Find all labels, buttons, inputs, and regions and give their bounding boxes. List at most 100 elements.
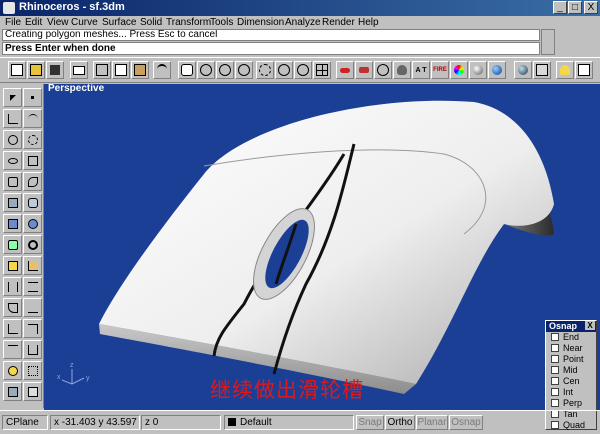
- blue-sphere-icon[interactable]: [488, 61, 506, 79]
- four-viewports-icon[interactable]: [313, 61, 331, 79]
- offset-icon[interactable]: [23, 298, 42, 317]
- group-icon[interactable]: [23, 361, 42, 380]
- osnap-checkbox[interactable]: [551, 388, 559, 396]
- window-title: Rhinoceros - sf.3dm: [19, 1, 125, 13]
- menu-curve[interactable]: Curve: [71, 16, 98, 29]
- osnap-title-bar[interactable]: Osnap X: [546, 321, 596, 332]
- grey-sphere-icon[interactable]: [469, 61, 487, 79]
- settings-icon[interactable]: [575, 61, 593, 79]
- osnap-item[interactable]: Point: [546, 354, 596, 365]
- torus-icon[interactable]: [23, 235, 42, 254]
- save-icon[interactable]: [46, 61, 64, 79]
- trim-icon[interactable]: [23, 256, 42, 275]
- osnap-toggle[interactable]: Osnap: [449, 415, 483, 430]
- perspective-viewport[interactable]: Perspective z y x 继续做出滑轮槽: [44, 84, 600, 410]
- sphere-icon[interactable]: [23, 214, 42, 233]
- undo-icon[interactable]: [153, 61, 171, 79]
- osnap-item[interactable]: Mid: [546, 365, 596, 376]
- minimize-button[interactable]: _: [553, 1, 567, 14]
- box-icon[interactable]: [3, 214, 22, 233]
- zoom-selected-icon[interactable]: [275, 61, 293, 79]
- copy-object-icon[interactable]: [23, 319, 42, 338]
- rectangle-icon[interactable]: [23, 151, 42, 170]
- ortho-toggle[interactable]: Ortho: [385, 415, 415, 430]
- dimension-icon[interactable]: [23, 340, 42, 359]
- join-icon[interactable]: [23, 277, 42, 296]
- menu-surface[interactable]: Surface: [102, 16, 136, 29]
- zoom-extents-icon[interactable]: [256, 61, 274, 79]
- menu-transform[interactable]: Transform: [166, 16, 211, 29]
- command-scrollbar[interactable]: [541, 29, 555, 55]
- osnap-checkbox[interactable]: [551, 399, 559, 407]
- globe-icon[interactable]: [514, 61, 532, 79]
- point-icon[interactable]: [23, 88, 42, 107]
- move-icon[interactable]: [3, 319, 22, 338]
- layer-icon[interactable]: [3, 382, 22, 401]
- fillet-icon[interactable]: [3, 298, 22, 317]
- axis-x-label: x: [57, 374, 61, 381]
- select-arrow-icon[interactable]: [3, 88, 22, 107]
- teapot-icon[interactable]: [393, 61, 411, 79]
- menu-render[interactable]: Render: [322, 16, 355, 29]
- snap-toggle[interactable]: Snap: [356, 415, 384, 430]
- cut-icon[interactable]: [93, 61, 111, 79]
- menu-edit[interactable]: Edit: [25, 16, 42, 29]
- loft-icon[interactable]: [23, 193, 42, 212]
- osnap-item[interactable]: End: [546, 332, 596, 343]
- hide-icon[interactable]: [23, 382, 42, 401]
- osnap-checkbox[interactable]: [551, 366, 559, 374]
- menu-view[interactable]: View: [47, 16, 69, 29]
- mesh-icon[interactable]: [3, 256, 22, 275]
- planar-toggle[interactable]: Planar: [416, 415, 448, 430]
- ellipse-icon[interactable]: [3, 151, 22, 170]
- a-text-icon[interactable]: A T: [412, 61, 430, 79]
- properties-icon[interactable]: [533, 61, 551, 79]
- menu-help[interactable]: Help: [358, 16, 379, 29]
- lamp-icon[interactable]: [556, 61, 574, 79]
- zoom-dynamic-icon[interactable]: [235, 61, 253, 79]
- menu-file[interactable]: File: [5, 16, 21, 29]
- surface-icon[interactable]: [3, 193, 22, 212]
- menu-tools[interactable]: Tools: [210, 16, 233, 29]
- menu-analyze[interactable]: Analyze: [285, 16, 321, 29]
- osnap-item[interactable]: Perp: [546, 398, 596, 409]
- free-form-icon[interactable]: [23, 172, 42, 191]
- osnap-checkbox[interactable]: [551, 355, 559, 363]
- polygon-icon[interactable]: [3, 172, 22, 191]
- osnap-item[interactable]: Int: [546, 387, 596, 398]
- rotate-view-icon[interactable]: [197, 61, 215, 79]
- command-prompt[interactable]: Press Enter when done: [2, 42, 540, 55]
- paste-icon[interactable]: [131, 61, 149, 79]
- render-icon[interactable]: [355, 61, 373, 79]
- menu-solid[interactable]: Solid: [140, 16, 162, 29]
- open-icon[interactable]: [27, 61, 45, 79]
- cylinder-icon[interactable]: [3, 235, 22, 254]
- split-icon[interactable]: [3, 277, 22, 296]
- undo-view-icon[interactable]: [294, 61, 312, 79]
- cloud-icon[interactable]: [374, 61, 392, 79]
- menu-dimension[interactable]: Dimension: [237, 16, 284, 29]
- pan-icon[interactable]: [178, 61, 196, 79]
- analyze-icon[interactable]: [3, 361, 22, 380]
- arc-icon[interactable]: [23, 130, 42, 149]
- osnap-item[interactable]: Cen: [546, 376, 596, 387]
- osnap-checkbox[interactable]: [551, 377, 559, 385]
- close-button[interactable]: X: [584, 1, 598, 14]
- osnap-item[interactable]: Near: [546, 343, 596, 354]
- circle-icon[interactable]: [3, 130, 22, 149]
- color-wheel-icon[interactable]: [450, 61, 468, 79]
- polyline-icon[interactable]: [3, 109, 22, 128]
- zoom-window-icon[interactable]: [216, 61, 234, 79]
- maximize-button[interactable]: □: [568, 1, 582, 14]
- curve-icon[interactable]: [23, 109, 42, 128]
- copy-icon[interactable]: [112, 61, 130, 79]
- text-icon[interactable]: [3, 340, 22, 359]
- fire-text-icon[interactable]: FIRE: [431, 61, 449, 79]
- osnap-checkbox[interactable]: [551, 333, 559, 341]
- new-icon[interactable]: [8, 61, 26, 79]
- osnap-close-button[interactable]: X: [585, 321, 595, 330]
- status-layer[interactable]: Default: [224, 415, 354, 430]
- car-icon[interactable]: [336, 61, 354, 79]
- osnap-checkbox[interactable]: [551, 344, 559, 352]
- print-icon[interactable]: [70, 61, 88, 79]
